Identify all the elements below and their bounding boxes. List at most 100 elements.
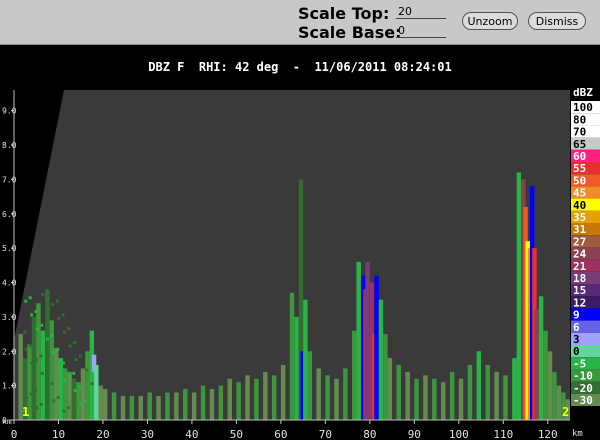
legend-label: 6	[573, 321, 580, 334]
legend-label: 65	[573, 138, 586, 151]
reflectivity-cell	[218, 385, 224, 420]
clutter-cell	[51, 351, 55, 355]
legend-label: 80	[573, 113, 586, 126]
clutter-cell	[35, 327, 39, 331]
legend-label: 9	[573, 309, 580, 322]
clutter-cell	[72, 371, 76, 375]
y-axis-unit: km	[2, 417, 12, 426]
reflectivity-cell	[98, 385, 103, 420]
legend-label: -20	[573, 382, 593, 395]
clutter-cell	[74, 358, 78, 362]
y-tick-label: 3.0	[2, 313, 17, 322]
reflectivity-cell	[383, 334, 388, 420]
reflectivity-cell	[441, 382, 446, 420]
reflectivity-cell	[476, 351, 482, 420]
x-tick-label: 50	[230, 428, 243, 440]
legend-label: 3	[573, 333, 580, 346]
x-tick-label: 80	[363, 428, 376, 440]
reflectivity-cell	[334, 378, 339, 420]
reflectivity-cell	[374, 275, 379, 420]
rhi-plot[interactable]: 0 10 20 30 40 50 60 70 80 90 100 110 120 km0.1.02.03.…	[0, 0, 600, 440]
clutter-cell	[56, 395, 60, 399]
reflectivity-cell	[102, 389, 108, 420]
legend-label: 12	[573, 296, 586, 309]
clutter-cell	[41, 340, 45, 344]
legend-label: 15	[573, 284, 586, 297]
y-tick-label: 9.0	[2, 107, 17, 116]
reflectivity-cell	[183, 389, 188, 420]
clutter-cell	[28, 296, 32, 300]
reflectivity-cell	[534, 310, 539, 420]
clutter-cell	[23, 330, 27, 334]
reflectivity-cell	[254, 378, 259, 420]
clutter-cell	[39, 402, 43, 406]
reflectivity-cell	[67, 371, 72, 420]
reflectivity-cell	[352, 330, 357, 420]
clutter-cell	[55, 299, 59, 303]
reflectivity-cell	[387, 358, 393, 420]
reflectivity-cell	[405, 371, 410, 420]
clutter-cell	[62, 409, 66, 413]
reflectivity-cell	[414, 378, 419, 420]
range-marker-right: 2	[562, 405, 569, 419]
legend-label: -30	[573, 394, 593, 407]
reflectivity-cell	[432, 378, 437, 420]
legend-label: 18	[573, 272, 586, 285]
clutter-cell	[45, 289, 49, 293]
clutter-cell	[24, 299, 28, 303]
clutter-cell	[34, 310, 38, 313]
reflectivity-cell	[303, 299, 308, 420]
legend-label: 40	[573, 199, 586, 212]
reflectivity-cell	[556, 385, 562, 420]
reflectivity-cell	[343, 368, 348, 420]
reflectivity-cell	[31, 316, 37, 420]
reflectivity-cell	[449, 371, 455, 420]
reflectivity-cell	[71, 378, 77, 420]
clutter-cell	[62, 330, 66, 334]
reflectivity-cell	[423, 375, 428, 420]
reflectivity-cell	[191, 392, 197, 420]
legend-label: 31	[573, 223, 587, 236]
clutter-cell	[25, 395, 29, 399]
clutter-cell	[39, 354, 43, 358]
legend-label: 50	[573, 174, 586, 187]
legend-label: 0	[573, 345, 580, 358]
reflectivity-cell	[494, 371, 499, 420]
reflectivity-cell	[467, 365, 473, 420]
clutter-cell	[78, 385, 82, 389]
reflectivity-cell	[54, 347, 59, 420]
clutter-cell	[30, 361, 34, 365]
clutter-cell	[52, 399, 56, 403]
reflectivity-cell	[280, 365, 286, 420]
clutter-cell	[73, 340, 77, 344]
clutter-cell	[67, 375, 71, 379]
clutter-cell	[46, 306, 50, 310]
legend-label: 70	[573, 126, 586, 139]
reflectivity-cell	[503, 375, 508, 420]
reflectivity-cell	[538, 296, 544, 420]
clutter-cell	[68, 344, 72, 348]
reflectivity-cell	[396, 365, 401, 420]
clutter-cell	[41, 292, 45, 296]
reflectivity-cell	[316, 368, 321, 420]
clutter-cell	[57, 365, 61, 368]
reflectivity-cell	[485, 365, 490, 420]
reflectivity-cell	[263, 371, 268, 420]
reflectivity-cell	[307, 351, 313, 420]
reflectivity-cell	[289, 292, 295, 420]
reflectivity-cell	[165, 392, 170, 420]
clutter-cell	[29, 392, 33, 396]
clutter-cell	[46, 385, 50, 389]
x-tick-label: 20	[96, 428, 109, 440]
x-tick-label: 0	[11, 428, 18, 440]
x-tick-label: 90	[408, 428, 421, 440]
reflectivity-cell	[200, 385, 206, 420]
reflectivity-cell	[138, 395, 143, 420]
reflectivity-cell	[552, 371, 557, 420]
clutter-cell	[35, 406, 39, 410]
reflectivity-cell	[80, 368, 86, 420]
clutter-cell	[83, 399, 87, 403]
x-tick-label: 110	[493, 428, 513, 440]
x-tick-label: 40	[185, 428, 198, 440]
clutter-cell	[40, 371, 44, 375]
